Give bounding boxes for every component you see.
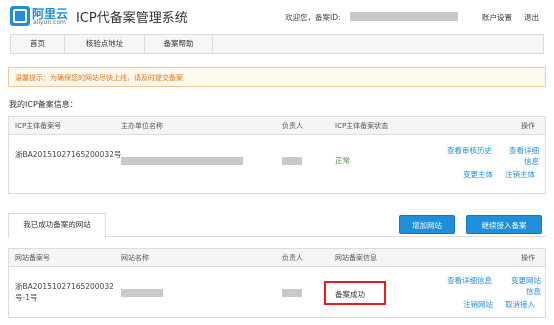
redacted-record-id — [350, 12, 458, 21]
welcome-text: 欢迎您，备案ID: — [285, 13, 341, 22]
main-nav: 首页 核验点地址 备案帮助 — [10, 34, 544, 54]
cancel-subject-link[interactable]: 注销主体 — [505, 169, 535, 180]
cancel-website-link[interactable]: 注销网站 — [463, 299, 493, 310]
website-table: 网站备案号 网站名称 负责人 网站备案信息 操作 浙BA201510271652… — [8, 248, 546, 318]
redacted-website-owner — [282, 289, 302, 297]
add-website-button[interactable]: 增加网站 — [399, 215, 455, 234]
logo-text-en: aliyun.com — [33, 19, 66, 26]
nav-item-home[interactable]: 首页 — [11, 35, 65, 53]
change-subject-link[interactable]: 变更主体 — [463, 169, 493, 180]
subject-table-header — [9, 117, 545, 135]
col-owner: 负责人 — [282, 122, 303, 130]
status-highlight-box — [324, 281, 386, 305]
view-audit-history-link[interactable]: 查看审核历史 — [447, 145, 492, 156]
col-website-actions: 操作 — [521, 254, 535, 262]
continue-access-button[interactable]: 继续接入备案 — [466, 215, 542, 234]
logout-link[interactable]: 退出 — [524, 12, 539, 23]
account-settings-link[interactable]: 账户设置 — [482, 12, 512, 23]
col-actions: 操作 — [521, 122, 535, 130]
col-sponsor-name: 主办单位名称 — [121, 122, 163, 130]
notice-banner: 温馨提示：为确保您的网站尽快上线，请及时提交备案 — [8, 67, 546, 87]
subject-table: ICP主体备案号 主办单位名称 负责人 ICP主体备案状态 操作 浙BA2015… — [8, 116, 546, 194]
nav-item-help[interactable]: 备案帮助 — [145, 35, 213, 53]
app-title: ICP代备案管理系统 — [76, 11, 188, 26]
col-website-owner: 负责人 — [282, 254, 303, 262]
view-subject-details-link[interactable]: 查看详细信息 — [505, 145, 539, 167]
aliyun-logo[interactable]: 阿里云 aliyun.com — [10, 6, 68, 28]
col-subject-record-no: ICP主体备案号 — [15, 122, 62, 130]
col-subject-status: ICP主体备案状态 — [335, 122, 389, 130]
subject-status-badge: 正常 — [335, 156, 350, 165]
subject-section-title: 我的ICP备案信息： — [9, 100, 78, 109]
notice-text: 温馨提示：为确保您的网站尽快上线，请及时提交备案 — [15, 74, 183, 82]
view-website-details-link[interactable]: 查看详细信息 — [447, 275, 492, 286]
col-website-info: 网站备案信息 — [335, 254, 377, 262]
redacted-website-name — [121, 289, 163, 297]
col-website-record-no: 网站备案号 — [15, 254, 50, 262]
nav-item-verification-address[interactable]: 核验点地址 — [65, 35, 145, 53]
change-website-info-link[interactable]: 变更网站信息 — [505, 275, 541, 297]
subject-record-no: 浙BA20151027165200032号 — [15, 150, 122, 159]
top-header: 阿里云 aliyun.com ICP代备案管理系统 欢迎您，备案ID: 账户设置… — [0, 0, 554, 32]
website-table-header — [9, 249, 545, 267]
website-record-no: 浙BA20151027165200032号-1号 — [15, 282, 114, 302]
tab-filed-websites[interactable]: 我已成功备案的网站 — [8, 213, 106, 238]
col-website-name: 网站名称 — [121, 254, 149, 262]
cancel-access-link[interactable]: 取消接入 — [505, 299, 535, 310]
redacted-owner — [282, 157, 302, 165]
aliyun-logo-icon — [10, 6, 30, 26]
redacted-sponsor-name — [121, 157, 243, 165]
